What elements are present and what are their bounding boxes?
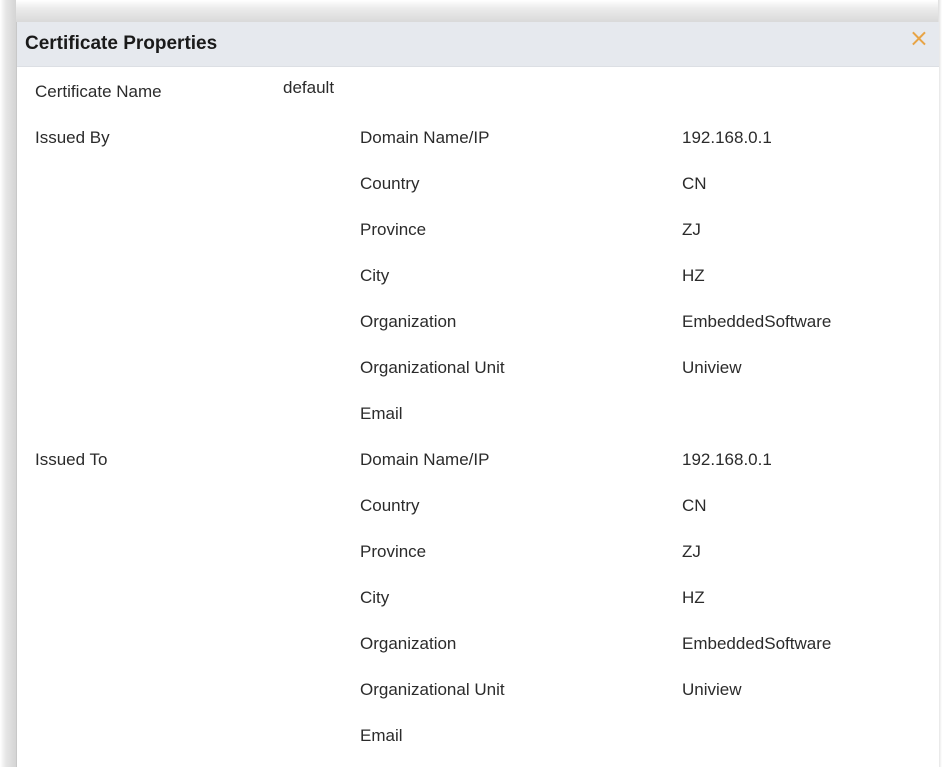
issued-to-row-domain: Issued To Domain Name/IP 192.168.0.1 bbox=[17, 446, 939, 492]
field-label: City bbox=[360, 588, 390, 607]
field-label: Email bbox=[360, 726, 403, 745]
certificate-name-value: default bbox=[283, 78, 335, 97]
field-value: EmbeddedSoftware bbox=[682, 312, 832, 331]
dialog-title-bar: Certificate Properties × bbox=[17, 22, 939, 67]
field-label: Country bbox=[360, 174, 420, 193]
field-value: ZJ bbox=[682, 220, 701, 239]
field-label: Organizational Unit bbox=[360, 358, 505, 377]
field-value: CN bbox=[682, 496, 707, 515]
issued-by-row-organization: Organization EmbeddedSoftware bbox=[17, 308, 939, 354]
dialog-title: Certificate Properties bbox=[25, 33, 218, 54]
page-backdrop: Certificate Properties × Certificate Nam… bbox=[0, 0, 942, 767]
close-icon[interactable]: × bbox=[909, 26, 929, 50]
field-label: Organization bbox=[360, 634, 457, 653]
certificate-properties-dialog: Certificate Properties × Certificate Nam… bbox=[16, 22, 939, 767]
issued-by-label: Issued By bbox=[35, 128, 110, 147]
field-label: Email bbox=[360, 404, 403, 423]
field-value: EmbeddedSoftware bbox=[682, 634, 832, 653]
field-label: Domain Name/IP bbox=[360, 128, 490, 147]
issued-to-label: Issued To bbox=[35, 450, 108, 469]
issued-by-row-email: Email bbox=[17, 400, 939, 446]
field-label: Province bbox=[360, 220, 427, 239]
field-label: Organizational Unit bbox=[360, 680, 505, 699]
issued-by-row-domain: Issued By Domain Name/IP 192.168.0.1 bbox=[17, 124, 939, 170]
field-value: 192.168.0.1 bbox=[682, 128, 772, 147]
field-value: HZ bbox=[682, 266, 705, 285]
issued-by-row-province: Province ZJ bbox=[17, 216, 939, 262]
dialog-shadow-left bbox=[0, 0, 16, 767]
issued-to-row-organization: Organization EmbeddedSoftware bbox=[17, 630, 939, 676]
dialog-shadow-top bbox=[0, 0, 942, 22]
issued-to-row-city: City HZ bbox=[17, 584, 939, 630]
field-label: Country bbox=[360, 496, 420, 515]
issued-to-row-province: Province ZJ bbox=[17, 538, 939, 584]
field-value: ZJ bbox=[682, 542, 701, 561]
field-value: Uniview bbox=[682, 680, 742, 699]
issued-by-row-org-unit: Organizational Unit Uniview bbox=[17, 354, 939, 400]
certificate-name-row: Certificate Name default bbox=[17, 78, 939, 124]
certificate-name-label: Certificate Name bbox=[35, 82, 162, 101]
issued-by-row-city: City HZ bbox=[17, 262, 939, 308]
issued-by-row-country: Country CN bbox=[17, 170, 939, 216]
issued-to-row-email: Email bbox=[17, 722, 939, 768]
field-label: Domain Name/IP bbox=[360, 450, 490, 469]
field-value: CN bbox=[682, 174, 707, 193]
field-label: Organization bbox=[360, 312, 457, 331]
field-label: Province bbox=[360, 542, 427, 561]
issued-to-row-org-unit: Organizational Unit Uniview bbox=[17, 676, 939, 722]
field-label: City bbox=[360, 266, 390, 285]
field-value: Uniview bbox=[682, 358, 742, 377]
field-value: 192.168.0.1 bbox=[682, 450, 772, 469]
field-value: HZ bbox=[682, 588, 705, 607]
issued-to-row-country: Country CN bbox=[17, 492, 939, 538]
